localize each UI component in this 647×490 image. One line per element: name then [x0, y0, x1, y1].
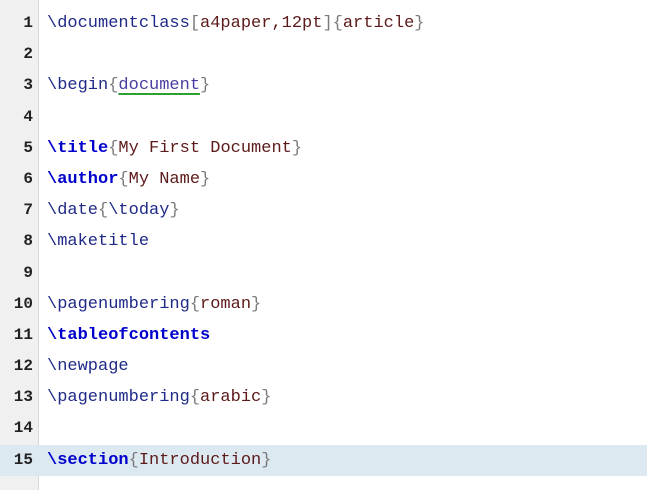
- code-lines[interactable]: 1 \documentclass[a4paper,12pt]{article} 2 3…: [0, 8, 647, 476]
- code-text[interactable]: \title{My First Document}: [47, 133, 302, 164]
- code-text[interactable]: \newpage: [47, 351, 129, 382]
- code-token: {: [108, 76, 119, 96]
- code-token: \documentclass: [47, 14, 190, 33]
- code-line[interactable]: 13 \pagenumbering{arabic}: [0, 382, 647, 413]
- line-number: 2: [23, 45, 33, 64]
- code-token: \section: [47, 450, 129, 470]
- code-token: \pagenumbering: [47, 388, 190, 408]
- code-line[interactable]: 6 \author{My Name}: [0, 164, 647, 195]
- code-line[interactable]: 7 \date{\today}: [0, 195, 647, 226]
- code-token: \date: [47, 201, 99, 221]
- code-text[interactable]: \maketitle: [47, 226, 149, 257]
- line-number: 6: [23, 169, 33, 188]
- line-number: 9: [23, 263, 33, 282]
- line-number: 8: [23, 232, 33, 251]
- line-number: 12: [13, 357, 33, 376]
- code-token: \title: [47, 138, 109, 158]
- code-token: \tableofcontents: [47, 325, 211, 345]
- code-token: }: [291, 138, 303, 158]
- line-number: 10: [13, 294, 33, 313]
- code-token: \begin: [47, 76, 109, 96]
- line-number: 13: [13, 388, 33, 407]
- code-line[interactable]: 15 \section{Introduction}: [0, 444, 647, 476]
- code-line[interactable]: 11 \tableofcontents: [0, 320, 647, 351]
- code-token: \today: [108, 201, 170, 221]
- code-token: }: [414, 14, 425, 33]
- code-line[interactable]: 14: [0, 413, 647, 444]
- code-line[interactable]: 1 \documentclass[a4paper,12pt]{article}: [0, 8, 647, 39]
- code-line[interactable]: 4: [0, 102, 647, 133]
- line-number: 1: [23, 14, 33, 32]
- code-token: }: [169, 201, 180, 221]
- code-line[interactable]: 12 \newpage: [0, 351, 647, 382]
- code-token: roman: [200, 294, 252, 314]
- code-token: }: [200, 169, 211, 189]
- code-text[interactable]: \pagenumbering{roman}: [47, 289, 261, 320]
- code-line[interactable]: 10 \pagenumbering{roman}: [0, 289, 647, 320]
- code-text[interactable]: \begin{document}: [47, 70, 210, 101]
- code-line[interactable]: 9: [0, 258, 647, 289]
- code-token: Introduction: [138, 450, 262, 470]
- code-token: article: [342, 14, 415, 33]
- code-line[interactable]: 2: [0, 39, 647, 70]
- code-token: document: [118, 76, 201, 96]
- code-token: }: [251, 294, 262, 314]
- code-token: {: [332, 14, 343, 33]
- code-text[interactable]: \author{My Name}: [47, 164, 210, 195]
- code-token: \maketitle: [47, 232, 150, 252]
- line-number: 11: [13, 325, 33, 344]
- code-line[interactable]: 5 \title{My First Document}: [0, 133, 647, 164]
- code-token: [: [189, 14, 201, 33]
- code-token: {: [189, 388, 201, 408]
- code-token: \newpage: [47, 357, 129, 377]
- code-token: }: [200, 76, 211, 96]
- code-token: {: [108, 138, 119, 158]
- code-token: {: [118, 169, 129, 189]
- code-line[interactable]: 3 \begin{document}: [0, 70, 647, 101]
- code-token: }: [261, 388, 272, 408]
- code-text[interactable]: \section{Introduction}: [47, 445, 271, 476]
- code-token: My First Document: [118, 138, 292, 158]
- code-token: arabic: [200, 388, 262, 408]
- code-text[interactable]: \documentclass[a4paper,12pt]{article}: [47, 8, 424, 39]
- code-token: {: [98, 201, 109, 221]
- line-number: 3: [23, 76, 33, 95]
- code-text[interactable]: \date{\today}: [47, 195, 180, 226]
- code-token: }: [261, 450, 272, 470]
- code-editor[interactable]: 1 \documentclass[a4paper,12pt]{article} 2 3…: [0, 0, 647, 490]
- code-text[interactable]: \pagenumbering{arabic}: [47, 382, 271, 413]
- code-line[interactable]: 8 \maketitle: [0, 226, 647, 257]
- code-token: My Name: [128, 169, 201, 189]
- code-token: {: [128, 450, 139, 470]
- code-token: a4paper,12pt: [200, 14, 323, 33]
- code-text[interactable]: \tableofcontents: [47, 320, 210, 351]
- code-token: \author: [47, 169, 119, 189]
- line-number: 14: [13, 419, 33, 438]
- code-token: ]: [322, 14, 333, 33]
- code-token: {: [189, 294, 201, 314]
- line-number: 4: [23, 107, 33, 126]
- line-number: 5: [23, 138, 33, 157]
- line-number: 7: [23, 201, 33, 220]
- line-number: 15: [13, 450, 33, 469]
- code-token: \pagenumbering: [47, 294, 190, 314]
